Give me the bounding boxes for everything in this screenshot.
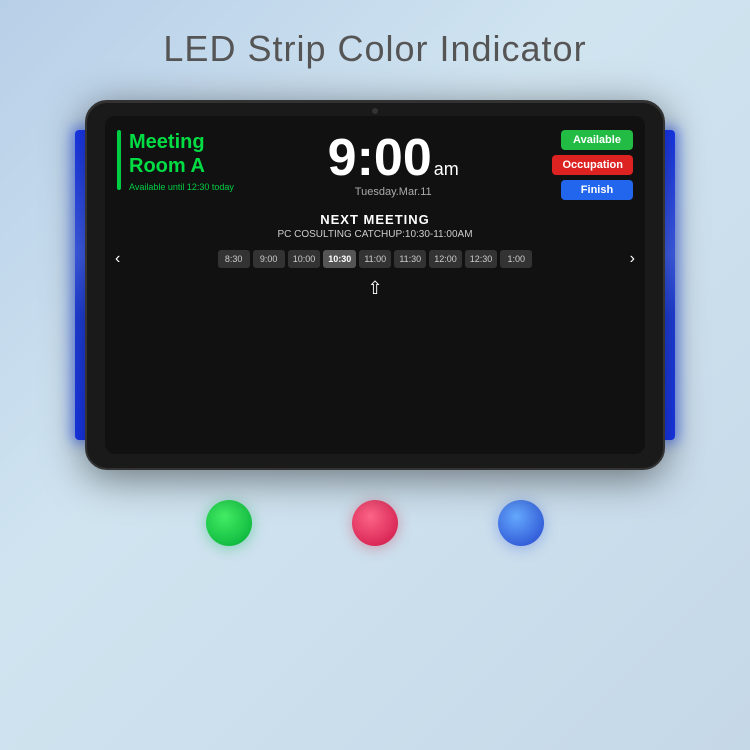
indicators-row: [206, 500, 544, 546]
time-ampm: am: [434, 159, 459, 180]
top-bar: Meeting Room A Available until 12:30 tod…: [105, 116, 645, 208]
green-bar: [117, 130, 121, 190]
tablet-shell: Meeting Room A Available until 12:30 tod…: [85, 100, 665, 470]
next-meeting-label: NEXT MEETING: [113, 212, 637, 227]
meeting-detail: PC COSULTING CATCHUP:10:30-11:00AM: [113, 229, 637, 240]
timeline-slot[interactable]: 9:00: [253, 250, 285, 268]
status-finish-button[interactable]: Finish: [561, 180, 633, 200]
indicator-green: [206, 500, 252, 546]
available-text: Available until 12:30 today: [129, 182, 234, 192]
home-btn-row: ⇧: [105, 274, 645, 307]
timeline-slot[interactable]: 11:30: [394, 250, 426, 268]
room-name-line2: Room A: [129, 154, 234, 178]
status-occupation-button[interactable]: Occupation: [552, 155, 633, 175]
indicator-red: [352, 500, 398, 546]
meeting-section: NEXT MEETING PC COSULTING CATCHUP:10:30-…: [105, 208, 645, 244]
timeline-slot[interactable]: 12:30: [465, 250, 498, 268]
time-block: 9:00 am Tuesday.Mar.11: [242, 130, 545, 200]
timeline-next-button[interactable]: ›: [628, 250, 637, 268]
room-info: Meeting Room A Available until 12:30 tod…: [117, 130, 234, 200]
timeline-slot[interactable]: 11:00: [359, 250, 391, 268]
status-buttons: Available Occupation Finish: [552, 130, 633, 200]
timeline: ‹ 8:309:0010:0010:3011:0011:3012:0012:30…: [105, 244, 645, 274]
screen: Meeting Room A Available until 12:30 tod…: [105, 116, 645, 454]
timeline-prev-button[interactable]: ‹: [113, 250, 122, 268]
device-wrapper: Meeting Room A Available until 12:30 tod…: [85, 100, 665, 470]
page-title: LED Strip Color Indicator: [163, 28, 586, 70]
timeline-slot[interactable]: 12:00: [429, 250, 462, 268]
camera-dot: [372, 108, 378, 114]
timeline-slot[interactable]: 1:00: [500, 250, 532, 268]
room-name-line1: Meeting: [129, 130, 234, 154]
time-number: 9:00: [328, 132, 432, 184]
timeline-slot[interactable]: 10:00: [288, 250, 321, 268]
timeline-slot[interactable]: 8:30: [218, 250, 250, 268]
time-display: 9:00 am: [328, 132, 459, 184]
indicator-blue: [498, 500, 544, 546]
timeline-slots: 8:309:0010:0010:3011:0011:3012:0012:301:…: [125, 250, 624, 268]
status-available-button[interactable]: Available: [561, 130, 633, 150]
room-text: Meeting Room A Available until 12:30 tod…: [129, 130, 234, 192]
home-button[interactable]: ⇧: [367, 278, 382, 299]
date-display: Tuesday.Mar.11: [355, 186, 432, 198]
timeline-slot[interactable]: 10:30: [323, 250, 356, 268]
